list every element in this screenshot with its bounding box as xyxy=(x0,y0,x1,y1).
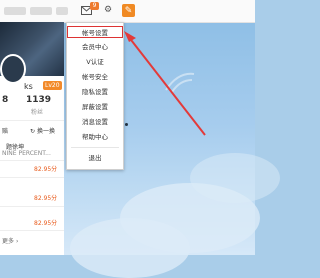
annotation-arrow xyxy=(124,31,206,136)
arrow-shaft xyxy=(127,35,206,136)
arrow-head xyxy=(124,31,136,42)
